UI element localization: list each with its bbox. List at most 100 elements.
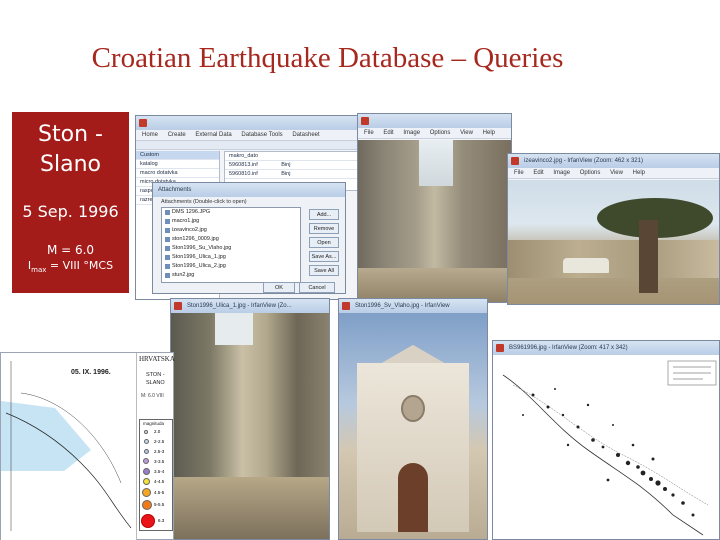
ribbon-tab[interactable]: Home xyxy=(142,132,158,138)
epicenter-map xyxy=(493,355,719,539)
nav-item[interactable]: katalog xyxy=(136,160,219,169)
access-title-bar[interactable] xyxy=(136,116,362,130)
legend-label: 4-4.5 xyxy=(154,479,165,484)
street-viewer-menu: File Edit Image Options View Help xyxy=(358,128,511,139)
ok-button[interactable]: OK xyxy=(263,282,295,293)
legend-title: magnituda xyxy=(143,421,165,426)
attachment-file[interactable]: DMS 1296.JPG xyxy=(162,208,300,217)
menu-item[interactable]: Image xyxy=(553,170,570,176)
save-as-attachment-button[interactable]: Save As... xyxy=(309,251,339,262)
attachments-dialog[interactable]: Attachments Attachments (Double-click to… xyxy=(152,182,346,294)
save-all-attachments-button[interactable]: Save All xyxy=(309,265,339,276)
attachment-file[interactable]: macro1.jpg xyxy=(162,217,300,226)
legend-label: 4.5-5 xyxy=(154,490,165,495)
legend-dot xyxy=(143,478,150,485)
earthquake-date: 5 Sep. 1996 xyxy=(22,202,119,221)
attachment-file[interactable]: Ston1996_Su_Vlaho.jpg xyxy=(162,244,300,253)
ribbon-tab[interactable]: Datasheet xyxy=(292,132,319,138)
photo-stone-wall xyxy=(508,240,719,279)
menu-item[interactable]: Options xyxy=(580,170,601,176)
cancel-button[interactable]: Cancel xyxy=(299,282,335,293)
photo-rubble xyxy=(171,477,329,539)
menu-item[interactable]: Options xyxy=(430,130,451,136)
photo-tree-trunk xyxy=(638,220,658,294)
map-note: M: 6.0 VIII xyxy=(141,393,164,399)
street2-viewer-title-bar[interactable]: Ston1996_Ulica_1.jpg - IrfanView (Zo... xyxy=(171,299,329,313)
attachment-file[interactable]: stun2.jpg xyxy=(162,271,300,280)
legend-dot xyxy=(144,449,149,454)
legend-dot xyxy=(142,500,152,510)
ribbon-tab[interactable]: Database Tools xyxy=(241,132,282,138)
menu-item[interactable]: Help xyxy=(633,170,645,176)
street2-photo-viewer-window[interactable]: Ston1996_Ulica_1.jpg - IrfanView (Zo... xyxy=(170,298,330,540)
ribbon-tab[interactable]: External Data xyxy=(195,132,231,138)
ston-street2-photo xyxy=(171,313,329,539)
attachment-file[interactable]: izeavinco2.jpg xyxy=(162,226,300,235)
coastline xyxy=(5,412,132,529)
intensity-isoseismals xyxy=(5,361,132,531)
attachment-file[interactable]: ston1296_0009.jpg xyxy=(162,235,300,244)
photo-sky xyxy=(419,140,453,186)
menu-item[interactable]: View xyxy=(460,130,473,136)
legend-label: 5-5.5 xyxy=(154,502,165,507)
earthquake-magnitude: M = 6.0 xyxy=(46,243,95,257)
isoseismal-line xyxy=(20,392,122,484)
tree-photo-viewer-window[interactable]: izeavinco2.jpg - IrfanView (Zoom: 462 x … xyxy=(507,153,720,305)
street-photo-viewer-window[interactable]: File Edit Image Options View Help xyxy=(357,113,512,303)
irfanview-icon xyxy=(342,302,350,310)
map-legend-box xyxy=(667,360,717,386)
legend-label: 3.5-4 xyxy=(154,469,165,474)
open-attachment-button[interactable]: Open xyxy=(309,237,339,248)
earthquake-intensity: Imax = VIII °MCS xyxy=(27,259,114,275)
access-app-icon xyxy=(139,119,147,127)
menu-item[interactable]: Help xyxy=(483,130,495,136)
church-photo-viewer-window[interactable]: Ston1996_Sv_Vlaho.jpg - IrfanView xyxy=(338,298,488,540)
legend-dot xyxy=(144,439,149,444)
magnitude-legend: magnituda 2.0 2-2.5 2.5-3 3-3.5 3.5-4 4-… xyxy=(139,419,173,531)
church-door xyxy=(398,463,428,532)
church-photo xyxy=(339,313,487,539)
menu-item[interactable]: View xyxy=(610,170,623,176)
irfanview-icon xyxy=(361,117,369,125)
menu-item[interactable]: File xyxy=(514,170,524,176)
legend-label: 6.3 xyxy=(158,518,165,523)
remove-attachment-button[interactable]: Remove xyxy=(309,223,339,234)
map-viewer-title-bar[interactable]: BS961996.jpg - IrfanView (Zoom: 417 x 34… xyxy=(493,341,719,355)
attachment-file[interactable]: Ston1996_Ulica_2.jpg xyxy=(162,262,300,271)
attachments-file-list[interactable]: DMS 1296.JPG macro1.jpg izeavinco2.jpg s… xyxy=(161,207,301,283)
access-ribbon-tabs: Home Create External Data Database Tools… xyxy=(136,130,362,141)
legend-dot xyxy=(142,488,151,497)
photo-car xyxy=(562,258,610,274)
map-place-label: STON - SLANO xyxy=(146,372,165,386)
legend-label: 2.0 xyxy=(154,429,161,434)
tree-viewer-title-bar[interactable]: izeavinco2.jpg - IrfanView (Zoom: 462 x … xyxy=(508,154,719,168)
irfanview-icon xyxy=(511,157,519,165)
earthquake-info-box: Ston - Slano 5 Sep. 1996 M = 6.0 Imax = … xyxy=(12,112,129,293)
attachment-file[interactable]: Ston1996_Ulica_1.jpg xyxy=(162,253,300,262)
map-document-page: 05. IX. 1996. xyxy=(1,353,137,540)
legend-dot xyxy=(141,514,155,528)
photo-sky xyxy=(215,313,254,345)
table-row[interactable]: makro_dato xyxy=(225,152,359,161)
menu-item[interactable]: Edit xyxy=(533,170,543,176)
legend-dot xyxy=(143,458,149,464)
ribbon-tab[interactable]: Create xyxy=(168,132,186,138)
legend-label: 3-3.5 xyxy=(154,459,165,464)
table-row[interactable]: 5960813.inf Binj xyxy=(225,161,359,170)
nav-item[interactable]: Custom xyxy=(136,151,219,160)
menu-item[interactable]: File xyxy=(364,130,374,136)
table-row[interactable]: 5960810.inf Binj xyxy=(225,170,359,179)
legend-dot xyxy=(144,430,148,434)
epicenter-map-viewer-window[interactable]: BS961996.jpg - IrfanView (Zoom: 417 x 34… xyxy=(492,340,720,540)
legend-label: 2-2.5 xyxy=(154,439,165,444)
street-viewer-title-bar[interactable] xyxy=(358,114,511,128)
ribbon-strip xyxy=(136,141,362,150)
legend-dot xyxy=(143,468,150,475)
menu-item[interactable]: Image xyxy=(403,130,420,136)
intensity-map-document: 05. IX. 1996. HRVATSKA STON - SLANO M: 6… xyxy=(0,352,175,540)
add-attachment-button[interactable]: Add... xyxy=(309,209,339,220)
attachments-title-bar[interactable]: Attachments xyxy=(153,183,345,197)
church-viewer-title-bar[interactable]: Ston1996_Sv_Vlaho.jpg - IrfanView xyxy=(339,299,487,313)
menu-item[interactable]: Edit xyxy=(383,130,393,136)
nav-item[interactable]: macro dotatvka xyxy=(136,169,219,178)
